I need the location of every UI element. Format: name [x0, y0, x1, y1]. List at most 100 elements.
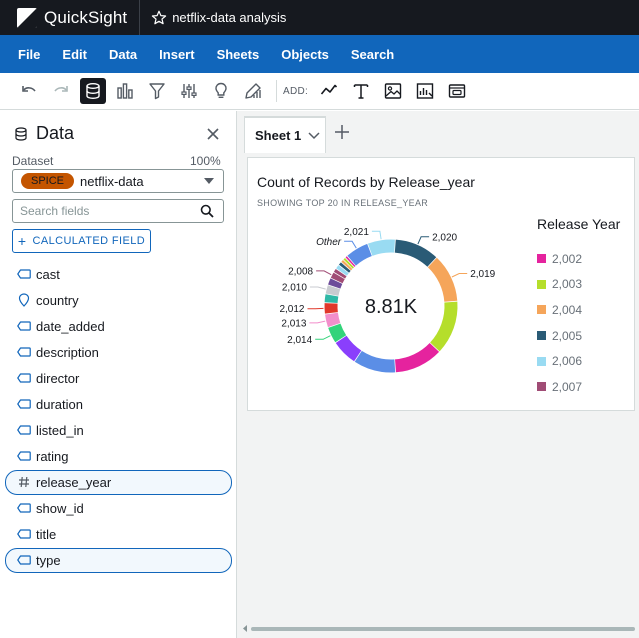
menu-search[interactable]: Search [351, 47, 394, 62]
database-icon [15, 126, 27, 141]
menu-file[interactable]: File [18, 47, 40, 62]
chevron-down-icon[interactable] [308, 131, 320, 140]
donut-slice[interactable] [324, 294, 339, 304]
field-item-show-id[interactable]: show_id [0, 495, 237, 521]
donut-chart: 8.81K Other2,021 2,020 2,019 2,014 2,013 2,012… [279, 227, 496, 373]
menu-insert[interactable]: Insert [159, 47, 194, 62]
data-panel-button[interactable] [80, 78, 106, 104]
analysis-title[interactable]: netflix-data analysis [172, 10, 286, 25]
donut-slice[interactable] [367, 239, 395, 256]
donut-slice[interactable] [338, 262, 351, 273]
add-visual-button[interactable] [316, 78, 342, 104]
horizontal-scrollbar[interactable] [241, 624, 635, 633]
add-embed-button[interactable] [444, 78, 470, 104]
field-name: duration [36, 396, 83, 412]
legend-item[interactable]: 2,002 [537, 246, 620, 272]
add-calculated-field-button[interactable]: + CALCULATED FIELD [12, 229, 151, 253]
close-icon[interactable] [205, 126, 221, 142]
dimension-tag-icon [17, 319, 31, 333]
donut-chart-visual[interactable]: Count of Records by Release_year SHOWING… [247, 157, 635, 411]
field-name: type [36, 552, 61, 568]
dimension-tag-icon [17, 449, 31, 463]
donut-slice[interactable] [394, 239, 437, 267]
field-item-cast[interactable]: cast [0, 261, 237, 287]
insights-button[interactable] [208, 78, 234, 104]
add-text-box-button[interactable] [348, 78, 374, 104]
scrollbar-thumb[interactable] [251, 627, 635, 631]
field-item-title[interactable]: title [0, 521, 237, 547]
donut-slice[interactable] [345, 256, 356, 267]
search-icon[interactable] [200, 204, 214, 218]
donut-slice[interactable] [325, 285, 341, 297]
slice-label: 2,021 [344, 227, 369, 238]
dataset-select[interactable]: SPICE netflix-data [12, 169, 224, 193]
donut-slice[interactable] [333, 269, 347, 279]
field-list: cast country date_added description director… [0, 261, 237, 573]
slice-leader-line [417, 236, 430, 245]
search-fields-input[interactable] [12, 199, 224, 223]
title-bar: QuickSight netflix-data analysis [0, 0, 639, 35]
field-item-rating[interactable]: rating [0, 443, 237, 469]
dimension-tag-icon [17, 553, 31, 567]
donut-slice[interactable] [429, 301, 458, 352]
sheet-name: Sheet 1 [255, 128, 302, 143]
donut-slice[interactable] [347, 243, 373, 266]
field-item-listed-in[interactable]: listed_in [0, 417, 237, 443]
filter-button[interactable] [144, 78, 170, 104]
field-item-country[interactable]: country [0, 287, 237, 313]
data-panel: Data Dataset 100% SPICE netflix-data + C… [0, 111, 237, 638]
field-item-type[interactable]: type [0, 547, 237, 573]
title-divider [139, 0, 141, 35]
legend-item[interactable]: 2,004 [537, 297, 620, 323]
legend-item[interactable]: 2,007 [537, 374, 620, 400]
chart-legend: Release Year 2,002 2,003 2,004 2,005 2,006 2,… [537, 216, 620, 400]
slice-leader-line [309, 320, 326, 324]
undo-button[interactable] [16, 78, 42, 104]
tab-sheet-1[interactable]: Sheet 1 [244, 116, 326, 153]
slice-label: 2,020 [432, 232, 457, 243]
donut-slice[interactable] [343, 257, 355, 269]
redo-button[interactable] [48, 78, 74, 104]
legend-swatch [537, 331, 546, 341]
legend-item[interactable]: 2,005 [537, 323, 620, 349]
donut-slice[interactable] [354, 350, 396, 373]
add-insight-button[interactable] [412, 78, 438, 104]
field-item-duration[interactable]: duration [0, 391, 237, 417]
donut-slice[interactable] [330, 272, 345, 284]
menu-sheets[interactable]: Sheets [217, 47, 260, 62]
slice-label: 2,014 [287, 335, 312, 346]
measure-hash-icon [17, 475, 31, 489]
add-sheet-icon[interactable] [333, 123, 351, 141]
field-item-release-year[interactable]: release_year [0, 469, 237, 495]
donut-slice[interactable] [427, 257, 458, 303]
donut-slice[interactable] [328, 278, 343, 289]
menu-objects[interactable]: Objects [281, 47, 329, 62]
legend-item[interactable]: 2,003 [537, 272, 620, 298]
menu-data[interactable]: Data [109, 47, 137, 62]
quicksight-app: QuickSight netflix-data analysis File Ed… [0, 0, 639, 638]
sliders-icon [181, 84, 197, 98]
donut-slice[interactable] [394, 342, 440, 373]
field-item-date-added[interactable]: date_added [0, 313, 237, 339]
slice-leader-line [315, 335, 331, 340]
legend-item[interactable]: 2,006 [537, 348, 620, 374]
parameters-button[interactable] [176, 78, 202, 104]
dimension-tag-icon [17, 345, 31, 359]
field-item-director[interactable]: director [0, 365, 237, 391]
themes-button[interactable] [240, 78, 266, 104]
donut-slice[interactable] [336, 265, 349, 276]
legend-label: 2,003 [552, 277, 583, 292]
slice-label: 2,019 [470, 269, 495, 280]
legend-label: 2,005 [552, 328, 583, 343]
field-item-description[interactable]: description [0, 339, 237, 365]
donut-slice[interactable] [341, 260, 353, 271]
favorite-star-icon[interactable] [151, 10, 167, 26]
add-image-button[interactable] [380, 78, 406, 104]
visualize-button[interactable] [112, 78, 138, 104]
brand[interactable]: QuickSight [0, 0, 127, 35]
scroll-left-icon[interactable] [241, 624, 249, 633]
menu-edit[interactable]: Edit [62, 47, 87, 62]
donut-slice[interactable] [328, 323, 347, 343]
donut-slice[interactable] [325, 312, 341, 328]
donut-slice[interactable] [335, 335, 362, 362]
